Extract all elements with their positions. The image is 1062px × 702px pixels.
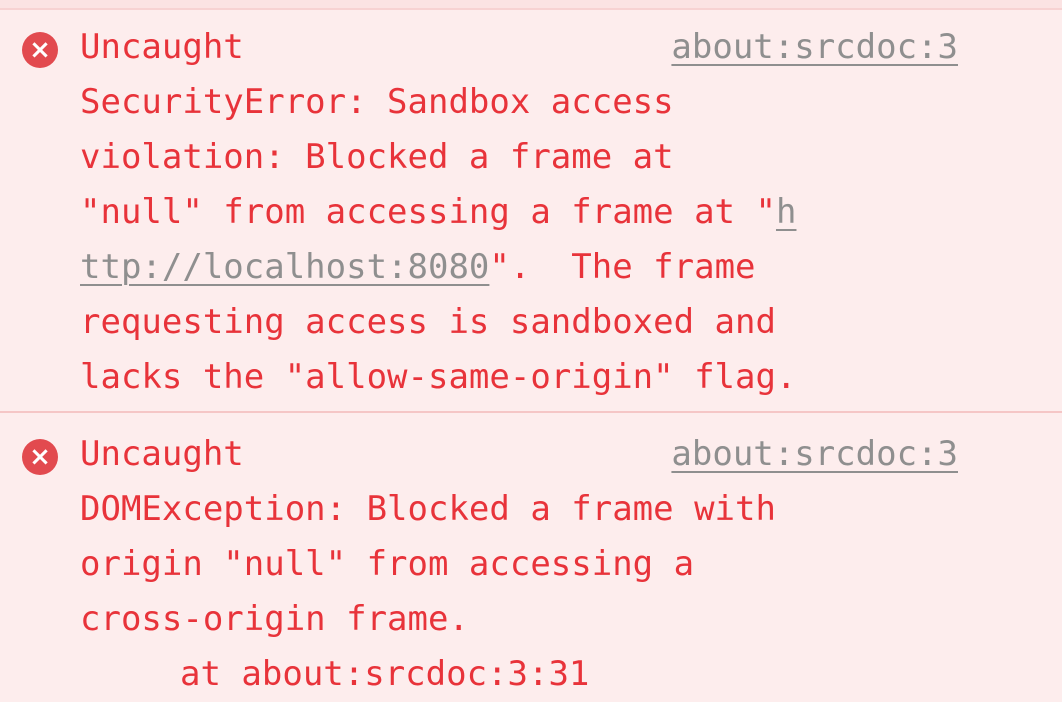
error-text-line: DOMException: Blocked a frame with xyxy=(80,489,776,529)
error-text-line: lacks the "allow-same-origin" flag. xyxy=(80,357,797,397)
console-error-message[interactable]: × about:srcdoc:3 Uncaught SecurityError:… xyxy=(0,10,1062,413)
stack-trace-line: at about:srcdoc:3:31 xyxy=(180,654,590,694)
console-top-divider xyxy=(0,0,1062,10)
error-circle-icon: × xyxy=(22,439,58,475)
source-location-link[interactable]: about:srcdoc:3 xyxy=(671,20,958,75)
error-text-line: requesting access is sandboxed and xyxy=(80,302,776,342)
error-text-segment: "null" from accessing a frame at " xyxy=(80,192,776,232)
devtools-console: × about:srcdoc:3 Uncaught SecurityError:… xyxy=(0,0,1062,702)
error-text-segment: ". The frame xyxy=(489,247,756,287)
console-error-message[interactable]: × about:srcdoc:3 Uncaught DOMException: … xyxy=(0,413,1062,700)
error-text-line: "null" from accessing a frame at "h xyxy=(80,185,962,240)
localhost-url-link[interactable]: ttp://localhost:8080 xyxy=(80,247,489,287)
error-circle-icon: × xyxy=(22,32,58,68)
error-text-line: ttp://localhost:8080". The frame xyxy=(80,240,962,295)
error-text-line: SecurityError: Sandbox access xyxy=(80,82,674,122)
error-text-line: cross-origin frame. xyxy=(80,599,469,639)
error-text-line: violation: Blocked a frame at xyxy=(80,137,674,177)
localhost-url-link[interactable]: h xyxy=(776,192,796,232)
error-text-line: origin "null" from accessing a xyxy=(80,544,695,584)
source-location-link[interactable]: about:srcdoc:3 xyxy=(671,427,958,482)
